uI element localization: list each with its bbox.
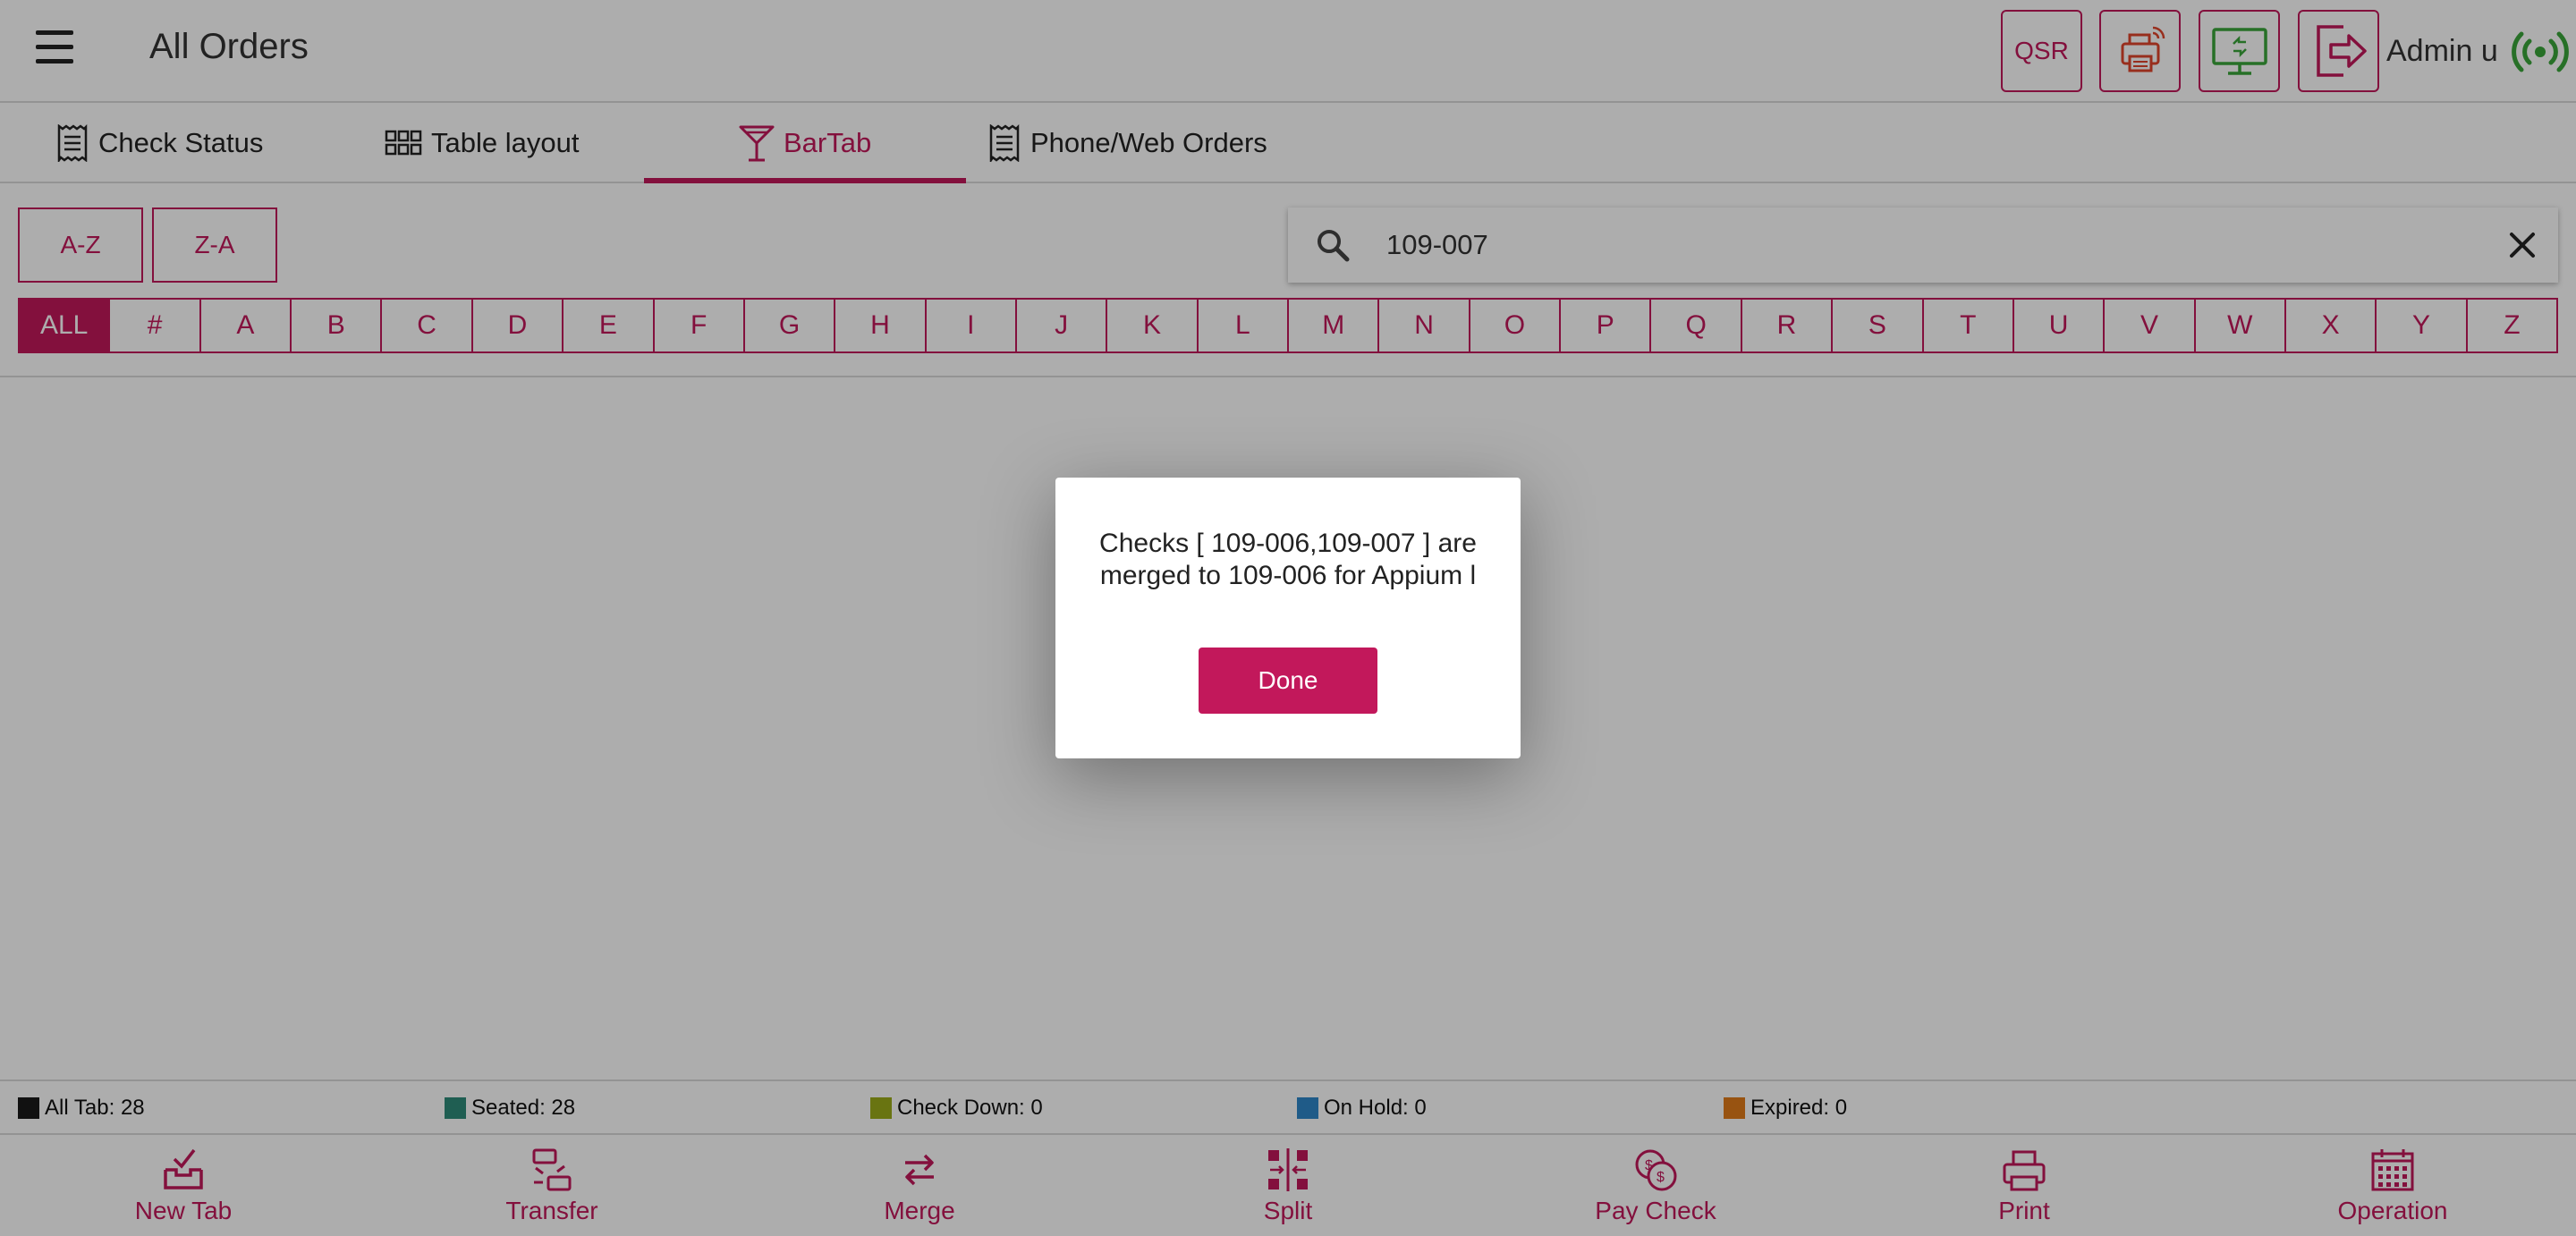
dialog-message: Checks [ 109-006,109-007 ] are merged to… xyxy=(1073,528,1503,592)
dialog-message-line-1: Checks [ 109-006,109-007 ] are xyxy=(1099,529,1477,558)
merge-confirmation-dialog: Checks [ 109-006,109-007 ] are merged to… xyxy=(1055,478,1521,758)
done-button[interactable]: Done xyxy=(1199,648,1377,714)
dialog-message-line-2: merged to 109-006 for Appium l xyxy=(1099,561,1477,590)
app-root: All Orders QSR Admin u Check Status Tabl… xyxy=(0,0,2576,1236)
